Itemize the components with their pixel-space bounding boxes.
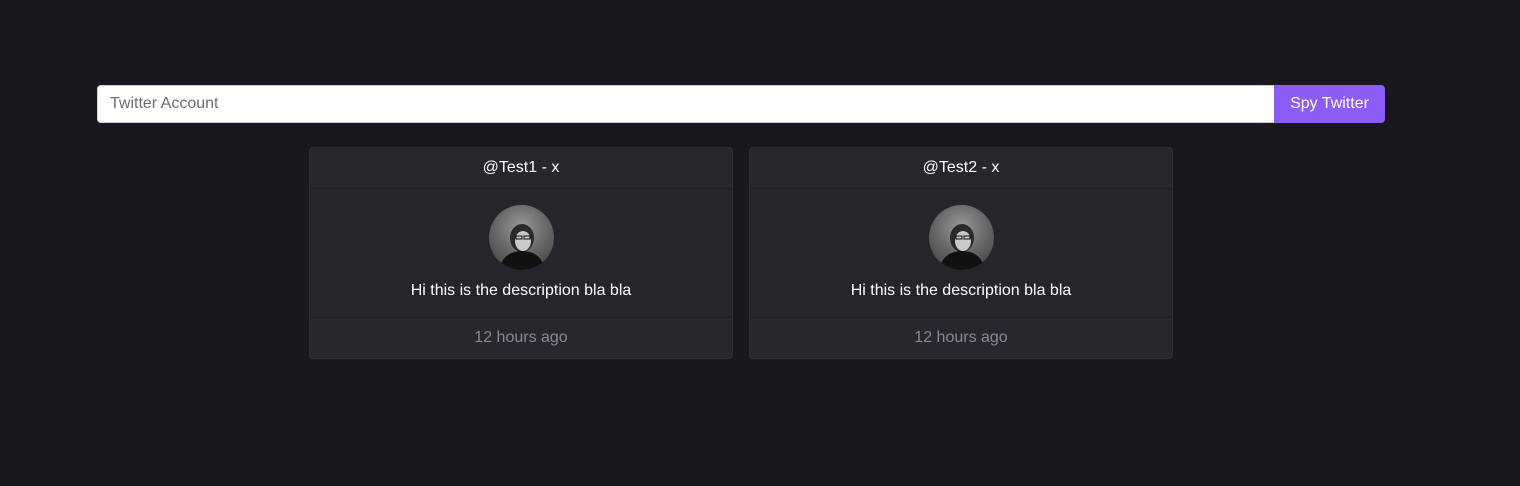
profile-photo-icon — [938, 224, 985, 270]
avatar — [928, 205, 994, 270]
card-timestamp: 12 hours ago — [750, 318, 1172, 358]
card-header[interactable]: @Test1 - x — [310, 148, 732, 189]
avatar — [488, 205, 554, 270]
twitter-account-input[interactable] — [97, 85, 1274, 123]
account-description: Hi this is the description bla bla — [850, 282, 1072, 299]
card-body: Hi this is the description bla bla — [310, 189, 732, 318]
card-header[interactable]: @Test2 - x — [750, 148, 1172, 189]
card-body: Hi this is the description bla bla — [750, 189, 1172, 318]
profile-photo-icon — [498, 224, 545, 270]
account-cards: @Test1 - x Hi this is the description bl… — [309, 147, 1173, 359]
spy-twitter-button[interactable]: Spy Twitter — [1274, 85, 1385, 123]
account-card: @Test1 - x Hi this is the description bl… — [309, 147, 733, 359]
account-description: Hi this is the description bla bla — [410, 282, 632, 299]
search-bar: Spy Twitter — [97, 85, 1385, 123]
account-card: @Test2 - x Hi this is the description bl… — [749, 147, 1173, 359]
card-timestamp: 12 hours ago — [310, 318, 732, 358]
